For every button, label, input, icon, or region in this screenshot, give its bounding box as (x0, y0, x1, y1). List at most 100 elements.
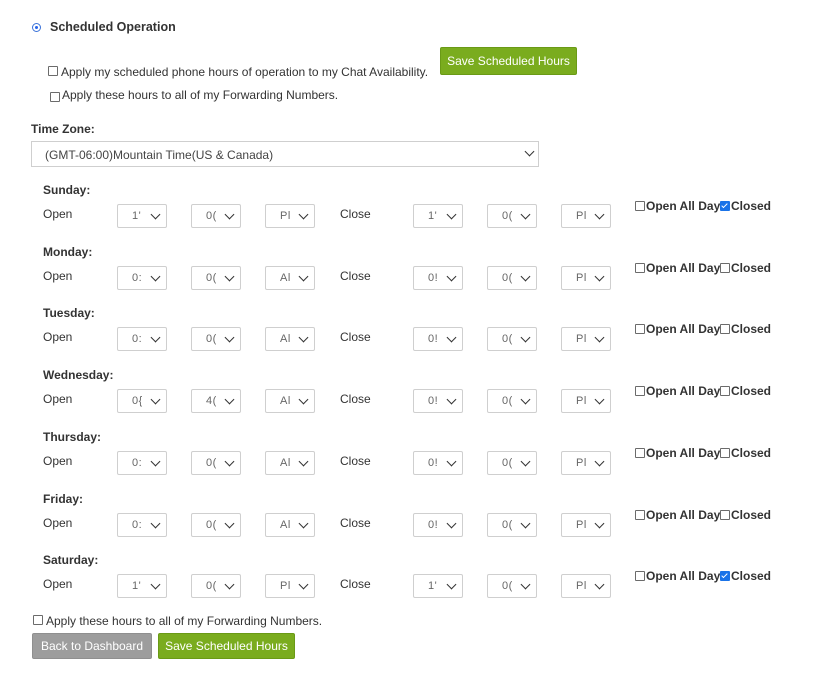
close-hour-select[interactable]: 0! (413, 451, 463, 475)
close-minute-select[interactable]: 0( (487, 266, 537, 290)
apply-chat-label: Apply my scheduled phone hours of operat… (61, 65, 429, 79)
closed-checkbox[interactable] (720, 263, 730, 273)
open-hour-select[interactable]: 0: (117, 266, 167, 290)
close-ampm-select[interactable]: Pl (561, 574, 611, 598)
open-hour-value: 0: (132, 272, 142, 284)
chevron-down-icon (224, 271, 235, 282)
closed-checkbox[interactable] (720, 201, 730, 211)
close-label: Close (340, 577, 371, 591)
save-scheduled-hours-top-button[interactable]: Save Scheduled Hours (440, 47, 577, 75)
open-all-day-checkbox[interactable] (635, 571, 645, 581)
day-label: Sunday: (43, 183, 91, 197)
close-minute-select[interactable]: 0( (487, 204, 537, 228)
close-hour-value: 0! (428, 272, 438, 284)
open-minute-select[interactable]: 0( (191, 574, 241, 598)
open-hour-select[interactable]: 0{ (117, 389, 167, 413)
open-ampm-value: Al (280, 457, 290, 469)
open-ampm-select[interactable]: Al (265, 266, 315, 290)
open-all-day-checkbox[interactable] (635, 386, 645, 396)
close-minute-value: 0( (502, 210, 512, 222)
open-minute-select[interactable]: 4( (191, 389, 241, 413)
chevron-down-icon (446, 332, 457, 343)
open-all-day-checkbox[interactable] (635, 263, 645, 273)
open-ampm-value: Pl (280, 210, 290, 222)
close-ampm-select[interactable]: Pl (561, 204, 611, 228)
timezone-select[interactable]: (GMT-06:00)Mountain Time(US & Canada) (31, 141, 539, 167)
chevron-down-icon (224, 456, 235, 467)
close-ampm-select[interactable]: Pl (561, 327, 611, 351)
chevron-down-icon (150, 209, 161, 220)
closed-checkbox[interactable] (720, 510, 730, 520)
open-all-day-checkbox[interactable] (635, 448, 645, 458)
chevron-down-icon (446, 271, 457, 282)
close-minute-value: 0( (502, 580, 512, 592)
close-hour-select[interactable]: 0! (413, 513, 463, 537)
close-ampm-select[interactable]: Pl (561, 389, 611, 413)
close-minute-select[interactable]: 0( (487, 389, 537, 413)
close-ampm-select[interactable]: Pl (561, 266, 611, 290)
closed-checkbox[interactable] (720, 324, 730, 334)
back-to-dashboard-button[interactable]: Back to Dashboard (32, 633, 152, 659)
open-all-day-checkbox[interactable] (635, 324, 645, 334)
close-ampm-select[interactable]: Pl (561, 451, 611, 475)
open-minute-select[interactable]: 0( (191, 513, 241, 537)
open-minute-select[interactable]: 0( (191, 204, 241, 228)
closed-checkbox[interactable] (720, 386, 730, 396)
closed-checkbox[interactable] (720, 571, 730, 581)
close-minute-value: 0( (502, 395, 512, 407)
closed-label: Closed (731, 508, 772, 522)
footer-apply-forwarding-checkbox[interactable] (33, 615, 43, 625)
close-minute-value: 0( (502, 519, 512, 531)
chevron-down-icon (520, 332, 531, 343)
close-hour-select[interactable]: 0! (413, 327, 463, 351)
open-all-day-checkbox[interactable] (635, 201, 645, 211)
open-ampm-select[interactable]: Al (265, 513, 315, 537)
close-hour-select[interactable]: 1' (413, 204, 463, 228)
close-ampm-select[interactable]: Pl (561, 513, 611, 537)
day-label: Thursday: (43, 430, 102, 444)
day-label: Wednesday: (43, 368, 114, 382)
chevron-down-icon (594, 518, 605, 529)
close-hour-select[interactable]: 1' (413, 574, 463, 598)
close-hour-select[interactable]: 0! (413, 389, 463, 413)
chevron-down-icon (150, 518, 161, 529)
open-ampm-select[interactable]: Pl (265, 204, 315, 228)
chevron-down-icon (594, 271, 605, 282)
chevron-down-icon (150, 271, 161, 282)
chevron-down-icon (520, 579, 531, 590)
closed-label: Closed (731, 322, 772, 336)
open-hour-select[interactable]: 0: (117, 327, 167, 351)
scheduled-operation-radio[interactable] (32, 23, 41, 32)
timezone-label: Time Zone: (31, 122, 95, 136)
open-all-day-checkbox[interactable] (635, 510, 645, 520)
open-hour-select[interactable]: 1' (117, 204, 167, 228)
close-label: Close (340, 516, 371, 530)
day-label: Monday: (43, 245, 93, 259)
open-hour-select[interactable]: 0: (117, 451, 167, 475)
close-minute-select[interactable]: 0( (487, 513, 537, 537)
open-ampm-select[interactable]: Al (265, 327, 315, 351)
open-minute-select[interactable]: 0( (191, 451, 241, 475)
open-minute-select[interactable]: 0( (191, 327, 241, 351)
closed-checkbox[interactable] (720, 448, 730, 458)
open-hour-select[interactable]: 0: (117, 513, 167, 537)
close-minute-select[interactable]: 0( (487, 451, 537, 475)
open-ampm-select[interactable]: Pl (265, 574, 315, 598)
save-scheduled-hours-bottom-button[interactable]: Save Scheduled Hours (158, 633, 295, 659)
open-ampm-value: Al (280, 333, 290, 345)
chevron-down-icon (298, 209, 309, 220)
open-ampm-select[interactable]: Al (265, 451, 315, 475)
open-minute-select[interactable]: 0( (191, 266, 241, 290)
open-hour-select[interactable]: 1' (117, 574, 167, 598)
apply-chat-checkbox[interactable] (48, 66, 58, 76)
close-minute-select[interactable]: 0( (487, 574, 537, 598)
closed-label: Closed (731, 261, 772, 275)
close-minute-select[interactable]: 0( (487, 327, 537, 351)
open-ampm-select[interactable]: Al (265, 389, 315, 413)
open-all-day-label: Open All Day (646, 199, 721, 213)
close-hour-select[interactable]: 0! (413, 266, 463, 290)
close-label: Close (340, 207, 371, 221)
close-hour-value: 0! (428, 457, 438, 469)
apply-forwarding-label: Apply these hours to all of my Forwardin… (62, 88, 339, 102)
apply-forwarding-checkbox[interactable] (50, 92, 60, 102)
